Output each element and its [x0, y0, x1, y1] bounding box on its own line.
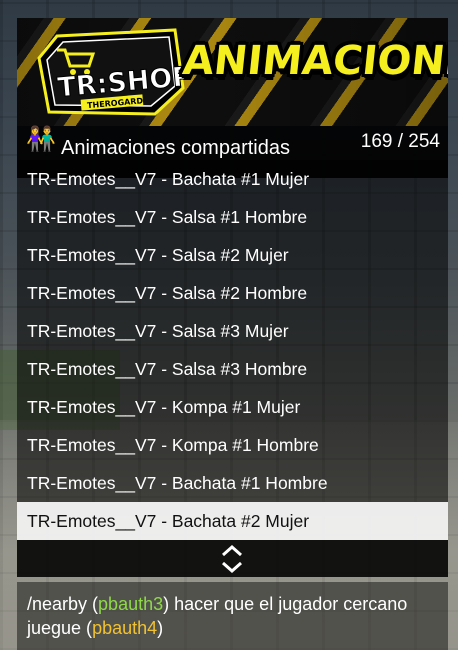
- description-text: ): [157, 618, 164, 638]
- scroll-indicator[interactable]: [17, 540, 448, 577]
- description-text: /nearby (: [27, 594, 99, 614]
- menu-item-selected[interactable]: TR-Emotes__V7 - Bachata #2 Mujer: [17, 502, 448, 540]
- people-pair-icon: 👫: [26, 126, 56, 153]
- item-counter: 169 / 254: [360, 131, 440, 152]
- menu-banner: TR:SHOP THEROGARD ANIMACIONES: [17, 18, 448, 126]
- item-description: /nearby (pbauth3) hacer que el jugador c…: [17, 582, 448, 650]
- up-down-chevron-icon: [222, 544, 242, 574]
- menu-item[interactable]: TR-Emotes__V7 - Bachata #1 Mujer: [17, 160, 448, 198]
- menu-item[interactable]: TR-Emotes__V7 - Kompa #1 Hombre: [17, 426, 448, 464]
- tr-shop-logo: TR:SHOP THEROGARD: [37, 28, 187, 116]
- menu-item[interactable]: TR-Emotes__V7 - Salsa #1 Hombre: [17, 198, 448, 236]
- banner-title: ANIMACIONES: [180, 38, 448, 84]
- subheader-title: Animaciones compartidas: [61, 137, 290, 159]
- menu-item[interactable]: TR-Emotes__V7 - Salsa #2 Hombre: [17, 274, 448, 312]
- description-arg-2: pbauth4: [92, 618, 158, 638]
- menu-item[interactable]: TR-Emotes__V7 - Salsa #3 Hombre: [17, 350, 448, 388]
- menu-item[interactable]: TR-Emotes__V7 - Bachata #1 Hombre: [17, 464, 448, 502]
- animation-menu: TR:SHOP THEROGARD ANIMACIONES 👫 Animacio…: [17, 18, 448, 578]
- menu-item[interactable]: TR-Emotes__V7 - Salsa #3 Mujer: [17, 312, 448, 350]
- menu-item[interactable]: TR-Emotes__V7 - Kompa #1 Mujer: [17, 388, 448, 426]
- description-arg-1: pbauth3: [98, 594, 164, 614]
- menu-list: TR-Emotes__V7 - Bachata #1 Mujer TR-Emot…: [17, 160, 448, 540]
- menu-item[interactable]: TR-Emotes__V7 - Salsa #2 Mujer: [17, 236, 448, 274]
